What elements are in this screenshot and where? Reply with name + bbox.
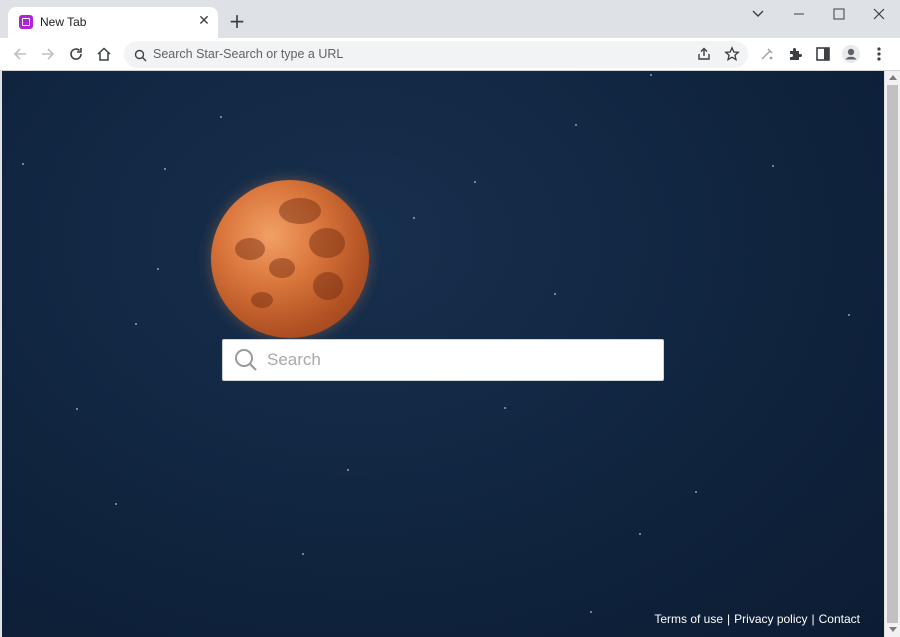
extension-puzzle-icon[interactable] <box>782 41 808 67</box>
footer-separator: | <box>811 612 815 626</box>
home-icon[interactable] <box>91 41 117 67</box>
vertical-scrollbar[interactable] <box>884 71 900 637</box>
privacy-policy-link[interactable]: Privacy policy <box>734 612 807 626</box>
menu-icon[interactable] <box>866 41 892 67</box>
close-icon[interactable] <box>865 4 893 24</box>
scroll-down-arrow-icon[interactable] <box>889 627 897 632</box>
star-dot <box>639 533 641 535</box>
moon-crater <box>269 258 295 278</box>
share-icon[interactable] <box>696 46 712 66</box>
search-icon <box>134 47 147 66</box>
star-dot <box>157 268 159 270</box>
scroll-up-arrow-icon[interactable] <box>889 75 897 80</box>
footer-separator: | <box>727 612 731 626</box>
star-dot <box>575 124 577 126</box>
moon-crater <box>235 238 265 260</box>
back-icon[interactable] <box>7 41 33 67</box>
tab-search-icon[interactable] <box>744 4 772 24</box>
profile-icon[interactable] <box>838 41 864 67</box>
moon-crater <box>251 292 273 308</box>
search-icon <box>234 348 258 376</box>
star-dot <box>22 163 24 165</box>
tab-strip: New Tab ✕ + <box>0 0 900 38</box>
search-box[interactable] <box>222 339 664 381</box>
moon-crater <box>313 272 343 300</box>
star-dot <box>695 491 697 493</box>
star-dot <box>115 503 117 505</box>
star-dot <box>504 407 506 409</box>
minimize-icon[interactable] <box>785 4 813 24</box>
star-dot <box>413 217 415 219</box>
moon-crater <box>309 228 345 258</box>
tab-close-icon[interactable]: ✕ <box>196 13 212 29</box>
extension-icon[interactable] <box>754 41 780 67</box>
side-panel-icon[interactable] <box>810 41 836 67</box>
tab-new-tab[interactable]: New Tab ✕ <box>8 7 218 38</box>
new-tab-button[interactable]: + <box>226 10 248 32</box>
star-dot <box>135 323 137 325</box>
star-dot <box>220 116 222 118</box>
reload-icon[interactable] <box>63 41 89 67</box>
star-dot <box>347 469 349 471</box>
footer-links: Terms of use | Privacy policy | Contact <box>654 612 860 626</box>
terms-of-use-link[interactable]: Terms of use <box>654 612 723 626</box>
tab-favicon-icon <box>19 15 33 29</box>
star-dot <box>76 408 78 410</box>
forward-icon[interactable] <box>35 41 61 67</box>
toolbar: Search Star-Search or type a URL <box>0 38 900 71</box>
star-dot <box>164 168 166 170</box>
maximize-icon[interactable] <box>825 4 853 24</box>
star-dot <box>474 181 476 183</box>
star-dot <box>650 74 652 76</box>
star-dot <box>590 611 592 613</box>
star-dot <box>302 553 304 555</box>
address-bar[interactable]: Search Star-Search or type a URL <box>124 41 748 68</box>
moon-image <box>211 180 369 338</box>
star-dot <box>848 314 850 316</box>
new-tab-page: Terms of use|Privacy policy|Contact <box>2 71 884 637</box>
star-dot <box>554 293 556 295</box>
star-icon[interactable] <box>724 46 740 66</box>
tab-title: New Tab <box>40 15 87 29</box>
scroll-thumb[interactable] <box>887 85 898 623</box>
address-bar-text: Search Star-Search or type a URL <box>153 47 344 61</box>
contact-link[interactable]: Contact <box>819 612 860 626</box>
search-input[interactable] <box>267 340 647 380</box>
moon-crater <box>279 198 321 224</box>
star-dot <box>772 165 774 167</box>
